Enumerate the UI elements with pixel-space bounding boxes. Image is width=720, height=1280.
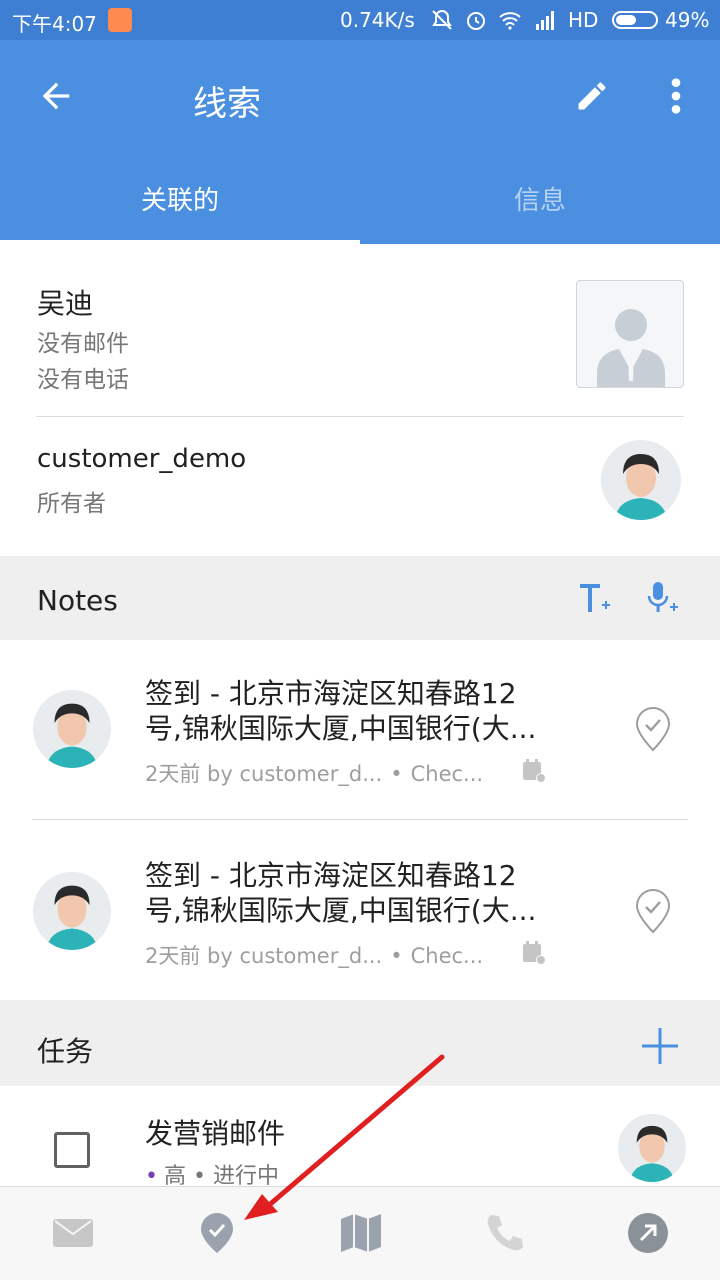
signal-icon [536, 11, 554, 30]
note-title: 签到 - 北京市海淀区知春路12 号,锦秋国际大厦,中国银行(大... [145, 859, 537, 927]
tab-related[interactable]: 关联的 [0, 180, 360, 217]
add-text-note-icon[interactable] [576, 580, 614, 618]
task-checkbox[interactable] [54, 1132, 90, 1168]
divider [36, 416, 684, 417]
battery-icon [612, 11, 658, 29]
notes-section-header: Notes [0, 556, 720, 640]
note-author-avatar [33, 872, 111, 950]
tasks-header: 任务 [37, 1035, 94, 1068]
checkin-icon[interactable] [195, 1211, 239, 1255]
tasks-section-header: 任务 [0, 1000, 720, 1086]
note-meta: 2天前 by customer_d... • Chec... [145, 944, 484, 968]
network-type: HD [568, 8, 599, 32]
add-task-icon[interactable] [640, 1026, 680, 1066]
task-title: 发营销邮件 [145, 1117, 286, 1150]
tab-info[interactable]: 信息 [360, 180, 720, 217]
calendar-check-icon [523, 759, 546, 783]
map-icon[interactable] [339, 1211, 383, 1255]
page-title: 线索 [193, 84, 261, 124]
edit-icon[interactable] [574, 78, 610, 114]
status-bar: 下午4:07 0.74K/s HD 49% [0, 0, 720, 40]
note-title: 签到 - 北京市海淀区知春路12 号,锦秋国际大厦,中国银行(大... [145, 677, 537, 745]
contact-email: 没有邮件 [37, 331, 129, 357]
more-options-icon[interactable] [664, 76, 688, 116]
person-silhouette-icon [597, 309, 665, 387]
mail-icon[interactable] [51, 1211, 95, 1255]
status-time: 下午4:07 [12, 12, 97, 36]
wifi-icon [499, 12, 521, 30]
bottom-action-bar [0, 1186, 720, 1280]
notes-header: Notes [37, 584, 118, 617]
notification-icon [108, 8, 132, 32]
mute-icon [432, 9, 452, 30]
owner-label: 所有者 [37, 491, 106, 517]
back-arrow-icon[interactable] [36, 76, 76, 116]
phone-icon[interactable] [483, 1211, 527, 1255]
checkin-marker-icon [635, 888, 671, 934]
status-network-speed: 0.74K/s [340, 8, 415, 32]
app-bar: 线索 关联的 信息 [0, 40, 720, 244]
add-voice-note-icon[interactable] [644, 580, 682, 618]
task-assignee-avatar [618, 1114, 686, 1182]
share-icon[interactable] [626, 1211, 670, 1255]
owner-avatar [601, 440, 681, 520]
tab-indicator [0, 240, 360, 244]
battery-level: 49% [665, 8, 710, 32]
contact-phone: 没有电话 [37, 367, 129, 393]
contact-name: 吴迪 [37, 287, 94, 320]
divider [32, 819, 688, 820]
owner-name: customer_demo [37, 444, 247, 474]
note-author-avatar [33, 690, 111, 768]
calendar-check-icon [523, 941, 546, 965]
checkin-marker-icon [635, 706, 671, 752]
note-meta: 2天前 by customer_d... • Chec... [145, 762, 484, 786]
contact-photo-placeholder[interactable] [576, 280, 684, 388]
alarm-icon [467, 12, 485, 30]
